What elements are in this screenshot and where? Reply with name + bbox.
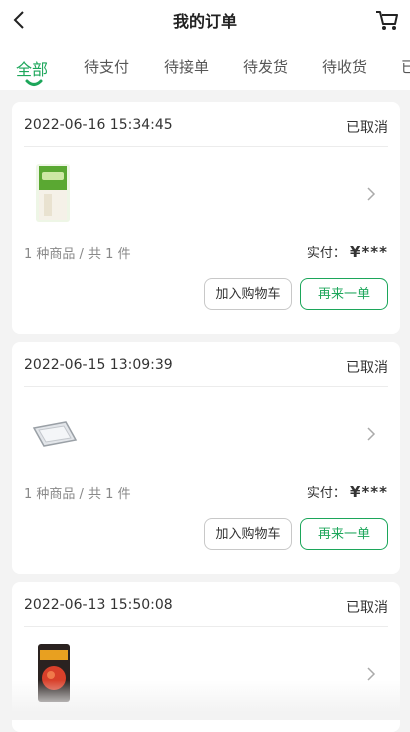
paid-label: 实付：: [306, 486, 346, 501]
top-bar: 我的订单: [0, 0, 410, 40]
order-date: 2022-06-13 15:50:08: [24, 597, 173, 613]
order-status: 已取消: [346, 600, 388, 616]
chevron-right-icon[interactable]: [366, 186, 376, 201]
paid-value: ¥***: [350, 243, 388, 261]
tab-active-indicator: [25, 79, 43, 86]
tab-pending-payment[interactable]: 待支付: [84, 56, 129, 77]
order-status: 已取消: [346, 360, 388, 376]
product-image[interactable]: [30, 402, 78, 464]
tab-all[interactable]: 全部: [16, 56, 48, 80]
reorder-button[interactable]: 再来一单: [300, 518, 388, 550]
product-image[interactable]: [30, 162, 78, 224]
bottom-fade: [0, 680, 410, 720]
paid-amount: 实付： ¥***: [307, 242, 388, 261]
order-date: 2022-06-16 15:34:45: [24, 117, 173, 133]
order-card[interactable]: 2022-06-15 13:09:39 已取消 1 种商品 / 共 1 件 实付…: [12, 342, 400, 574]
divider: [24, 626, 388, 627]
add-to-cart-button[interactable]: 加入购物车: [204, 518, 292, 550]
chevron-right-icon[interactable]: [366, 426, 376, 441]
page-title: 我的订单: [172, 12, 237, 31]
order-status: 已取消: [346, 120, 388, 136]
tab-pending-accept[interactable]: 待接单: [164, 56, 209, 77]
reorder-button[interactable]: 再来一单: [300, 278, 388, 310]
order-date: 2022-06-15 13:09:39: [24, 357, 173, 373]
item-count: 1 种商品 / 共 1 件: [24, 487, 131, 502]
tab-more[interactable]: 已: [401, 56, 410, 77]
item-count: 1 种商品 / 共 1 件: [24, 247, 131, 262]
back-arrow-icon[interactable]: [8, 8, 30, 32]
cart-icon[interactable]: [374, 7, 400, 33]
chevron-right-icon[interactable]: [366, 666, 376, 681]
tab-pending-receive[interactable]: 待收货: [322, 56, 367, 77]
tab-pending-ship[interactable]: 待发货: [243, 56, 288, 77]
order-tabs: 全部 待支付 待接单 待发货 待收货 已: [0, 40, 410, 90]
divider: [24, 386, 388, 387]
divider: [24, 146, 388, 147]
paid-value: ¥***: [350, 483, 388, 501]
order-card[interactable]: 2022-06-16 15:34:45 已取消 1 种商品 / 共 1 件 实付…: [12, 102, 400, 334]
add-to-cart-button[interactable]: 加入购物车: [204, 278, 292, 310]
paid-amount: 实付： ¥***: [307, 482, 388, 501]
paid-label: 实付：: [306, 246, 346, 261]
